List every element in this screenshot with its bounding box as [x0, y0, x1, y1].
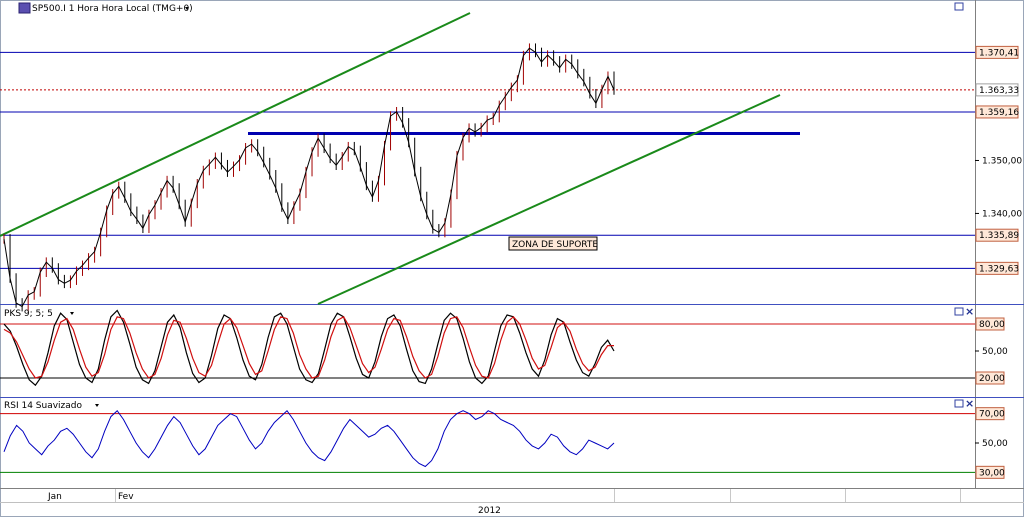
- osc-tick-label: 50,00: [982, 347, 1008, 357]
- x-axis-year: 2012: [478, 506, 501, 516]
- price-label: 1.359,16: [979, 108, 1019, 118]
- price-title-group[interactable]: SP500.I 1 Hora Hora Local (TMG+0): [18, 2, 193, 14]
- trading-chart: ZONA DE SUPORTE 1.370,41 1.359,16 1.335,89…: [0, 0, 1024, 517]
- price-label: 1.335,89: [979, 231, 1019, 241]
- level-label: 20,00: [979, 374, 1005, 384]
- price-label: 1.370,41: [979, 48, 1019, 58]
- level-label: 70,00: [979, 410, 1005, 420]
- support-zone-label: ZONA DE SUPORTE: [512, 240, 598, 250]
- chart-title: SP500.I 1 Hora Hora Local (TMG+0): [32, 4, 193, 14]
- osc-tick-label: 50,00: [982, 439, 1008, 449]
- price-tick-label: 1.340,00: [982, 209, 1022, 219]
- rsi-title: RSI 14 Suavizado: [4, 401, 83, 411]
- price-label: 1.329,63: [979, 264, 1019, 274]
- x-tick-fev: Fev: [118, 492, 134, 502]
- chart-frame: [0, 0, 1024, 517]
- close-icon[interactable]: ×: [965, 397, 974, 410]
- close-icon[interactable]: ×: [965, 305, 974, 318]
- stochastic-title: PKS 9; 5; 5: [4, 309, 53, 319]
- level-label: 80,00: [979, 320, 1005, 330]
- support-zone-annotation[interactable]: ZONA DE SUPORTE: [508, 236, 598, 251]
- x-tick-jan: Jan: [47, 492, 62, 502]
- chart-symbol-icon: [18, 2, 31, 14]
- current-price-label: 1.363,33: [979, 86, 1019, 96]
- price-tick-label: 1.350,00: [982, 156, 1022, 166]
- level-label: 30,00: [979, 468, 1005, 478]
